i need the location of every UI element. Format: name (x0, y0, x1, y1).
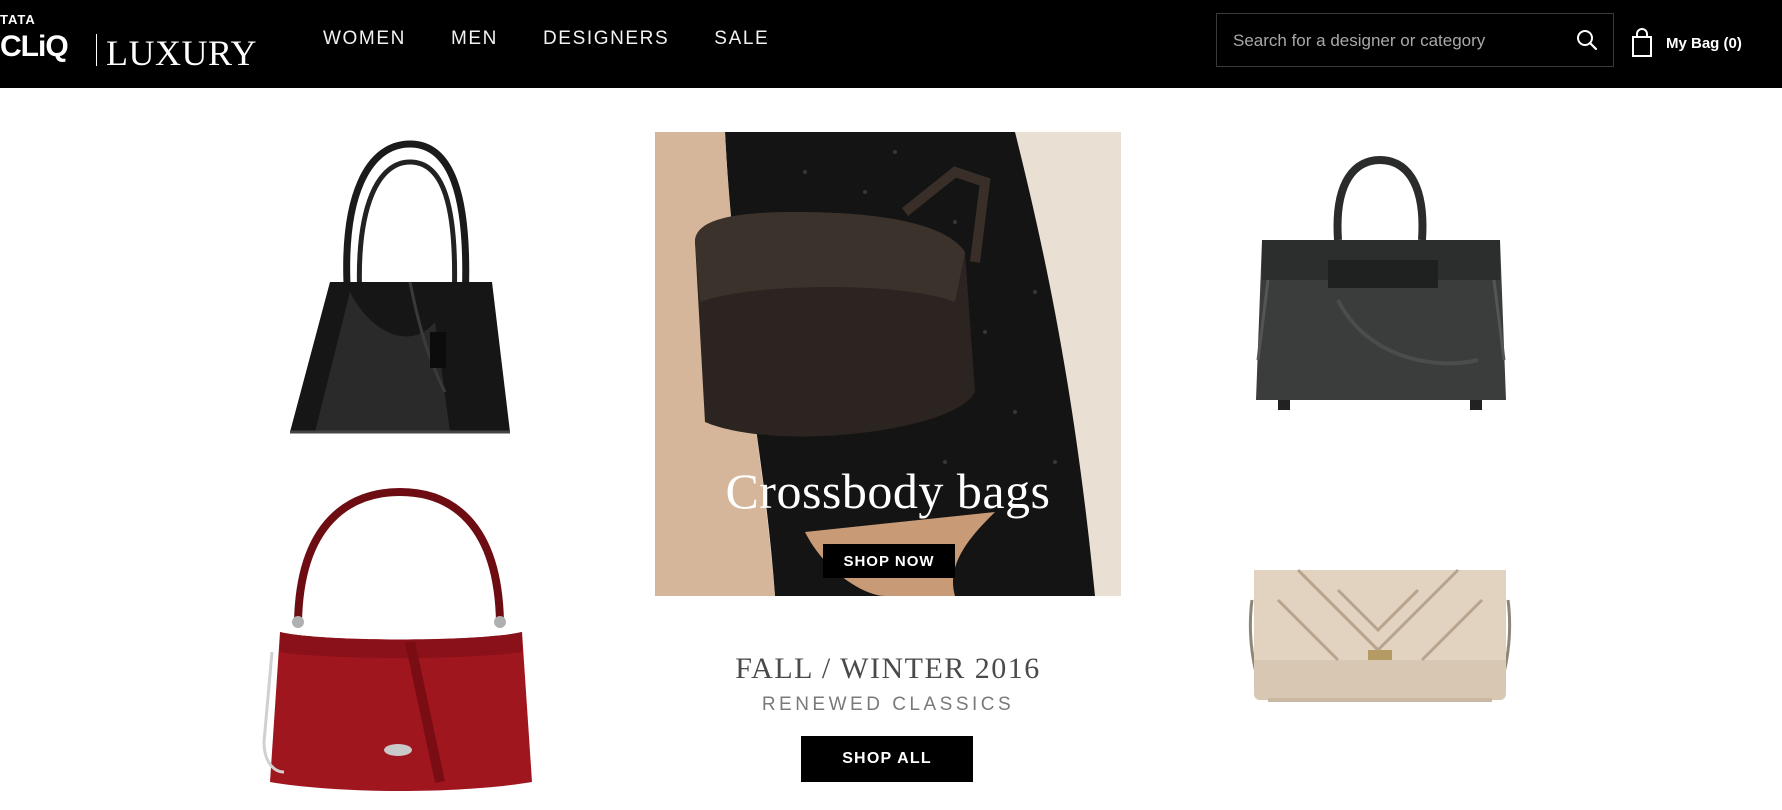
product-black-shoulder-bag[interactable] (260, 132, 542, 452)
gold-quilted-wallet-image (1248, 568, 1512, 702)
black-shoulder-bag-image (290, 140, 510, 434)
product-gray-satchel-bag[interactable] (1238, 130, 1522, 430)
nav-item-sale[interactable]: SALE (714, 28, 769, 50)
shopping-bag-icon (1632, 28, 1652, 57)
gray-satchel-bag-image (1256, 155, 1506, 410)
nav-item-women[interactable]: WOMEN (323, 28, 406, 50)
red-hobo-bag-image (262, 487, 532, 791)
search-box (1216, 13, 1614, 68)
logo-luxury-text: LUXURY (106, 33, 258, 73)
search-icon[interactable] (1575, 28, 1599, 52)
product-gold-quilted-wallet[interactable] (1238, 540, 1522, 720)
my-bag-label: My Bag (0) (1666, 34, 1742, 52)
logo-cliq-text: CLiQ (0, 30, 69, 63)
top-navigation-bar: TATA CLiQ LUXURY WOMEN MEN DESIGNERS SAL… (0, 0, 1782, 88)
my-bag-link[interactable]: My Bag (0) (1630, 26, 1742, 60)
hero-title: Crossbody bags (725, 463, 1051, 519)
nav-item-men[interactable]: MEN (451, 28, 498, 50)
crossbody-hero-image (655, 132, 1121, 596)
nav-item-designers[interactable]: DESIGNERS (543, 28, 669, 50)
collection-subtitle: RENEWED CLASSICS (761, 694, 1015, 715)
crossbody-bags-banner[interactable]: Crossbody bags SHOP NOW (655, 132, 1121, 596)
logo-tata-text: TATA (0, 12, 36, 27)
search-input[interactable] (1231, 14, 1565, 68)
shop-all-button[interactable]: SHOP ALL (801, 736, 973, 782)
product-red-hobo-bag[interactable] (260, 482, 542, 800)
shop-now-button[interactable]: SHOP NOW (823, 544, 955, 578)
logo-divider (96, 34, 97, 66)
tata-cliq-luxury-logo[interactable]: TATA CLiQ LUXURY (0, 8, 260, 73)
main-nav: WOMEN MEN DESIGNERS SALE (323, 28, 814, 50)
collection-season: FALL / WINTER 2016 (735, 652, 1041, 685)
